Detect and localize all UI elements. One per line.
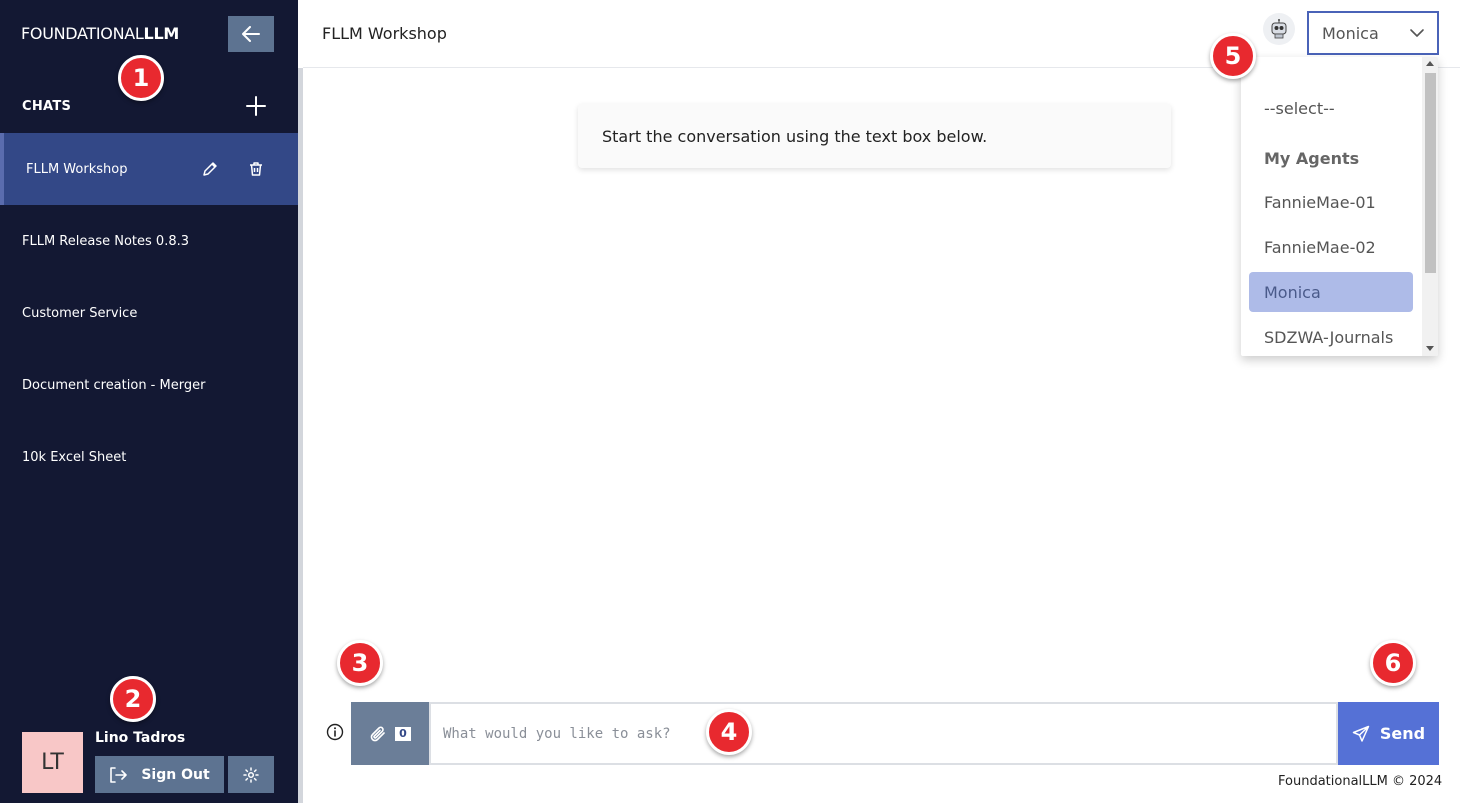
send-label: Send: [1379, 724, 1426, 743]
logo: FOUNDATIONALLLM: [21, 24, 179, 43]
chat-item-label: FLLM Workshop: [26, 161, 128, 177]
robot-icon: [1271, 19, 1287, 39]
agent-option-select[interactable]: --select--: [1249, 88, 1413, 128]
callout-badge-1: 1: [118, 55, 164, 101]
chat-item-release-notes[interactable]: FLLM Release Notes 0.8.3: [0, 205, 298, 277]
send-icon: [1352, 725, 1370, 742]
new-chat-button[interactable]: [242, 92, 270, 120]
user-name: Lino Tadros: [95, 730, 186, 746]
agent-avatar: [1263, 13, 1295, 45]
chat-item-excel-sheet[interactable]: 10k Excel Sheet: [0, 421, 298, 493]
scroll-down-icon[interactable]: [1426, 346, 1434, 351]
callout-badge-4: 4: [706, 709, 752, 755]
plus-icon: [246, 96, 266, 116]
agent-dropdown-list: --select-- My Agents FannieMae-01 Fannie…: [1241, 57, 1438, 356]
pencil-icon: [203, 162, 217, 176]
chat-actions: [198, 157, 268, 181]
sign-out-button[interactable]: Sign Out: [95, 756, 224, 793]
callout-badge-3: 3: [337, 640, 383, 686]
send-button[interactable]: Send: [1338, 702, 1439, 765]
agent-group-my-agents: My Agents: [1264, 148, 1360, 168]
rename-chat-button[interactable]: [198, 157, 222, 181]
chat-item-label: Document creation - Merger: [22, 377, 206, 393]
scroll-up-icon[interactable]: [1426, 61, 1434, 66]
collapse-sidebar-button[interactable]: [228, 16, 274, 52]
callout-badge-5: 5: [1210, 33, 1256, 79]
avatar: LT: [22, 732, 83, 793]
attachment-count-badge: 0: [395, 726, 411, 741]
question-input[interactable]: [429, 702, 1338, 765]
attach-file-button[interactable]: 0: [351, 702, 429, 765]
sign-out-icon: [110, 766, 128, 783]
agent-option-monica[interactable]: Monica: [1249, 272, 1413, 312]
chat-item-label: FLLM Release Notes 0.8.3: [22, 233, 189, 249]
sidebar-divider[interactable]: [298, 68, 303, 803]
callout-badge-2: 2: [110, 676, 156, 722]
callout-badge-6: 6: [1370, 640, 1416, 686]
logo-text-light: FOUNDATIONAL: [21, 24, 144, 43]
sign-out-label: Sign Out: [141, 766, 210, 783]
chat-item-label: 10k Excel Sheet: [22, 449, 127, 465]
agent-select[interactable]: Monica: [1307, 11, 1439, 55]
agent-option-fanniemae-01[interactable]: FannieMae-01: [1249, 182, 1413, 222]
chat-item-customer-service[interactable]: Customer Service: [0, 277, 298, 349]
footer-copyright: FoundationalLLM © 2024: [1278, 774, 1443, 789]
chat-item-label: Customer Service: [22, 305, 138, 321]
app-root: FOUNDATIONALLLM CHATS FLLM Workshop FLLM…: [0, 0, 1460, 803]
info-icon[interactable]: [326, 723, 344, 741]
page-title: FLLM Workshop: [322, 24, 447, 43]
settings-button[interactable]: [228, 756, 274, 793]
agent-option-sdzwa-journals[interactable]: SDZWA-Journals: [1249, 317, 1413, 356]
chat-item-document-creation[interactable]: Document creation - Merger: [0, 349, 298, 421]
logo-text-bold: LLM: [143, 24, 180, 43]
trash-icon: [250, 162, 262, 176]
chat-item-fllm-workshop[interactable]: FLLM Workshop: [0, 133, 298, 205]
agent-option-fanniemae-02[interactable]: FannieMae-02: [1249, 227, 1413, 267]
scrollbar-thumb[interactable]: [1425, 73, 1436, 273]
dropdown-scrollbar[interactable]: [1422, 57, 1438, 356]
delete-chat-button[interactable]: [244, 157, 268, 181]
gear-icon: [243, 766, 259, 783]
agent-select-value: Monica: [1322, 23, 1379, 43]
paperclip-icon: [370, 726, 385, 741]
arrow-left-icon: [242, 26, 260, 42]
start-conversation-message: Start the conversation using the text bo…: [578, 104, 1171, 168]
chevron-down-icon: [1410, 29, 1424, 37]
chats-header: CHATS: [22, 99, 72, 114]
